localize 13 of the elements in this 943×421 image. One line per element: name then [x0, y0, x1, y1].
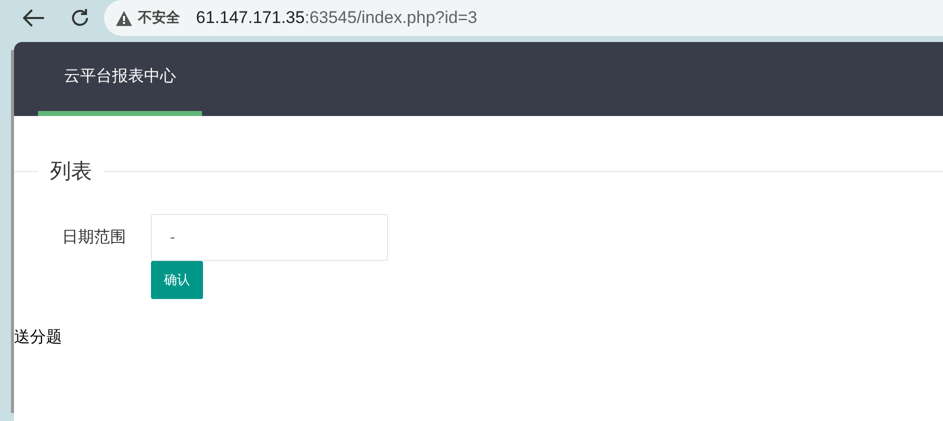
date-range-field[interactable]: - [151, 214, 388, 261]
nav-tab[interactable]: 云平台报表中心 [38, 42, 202, 116]
url-path: :63545/index.php?id=3 [304, 8, 478, 28]
field-label: 日期范围 [62, 228, 127, 248]
security-label: 不安全 [138, 9, 180, 27]
address-bar[interactable]: 不安全 61.147.171.35:63545/index.php?id=3 [104, 0, 943, 36]
reload-icon[interactable] [70, 8, 90, 28]
confirm-button[interactable]: 确认 [151, 261, 203, 299]
body-text: 送分题 [14, 328, 63, 348]
back-icon[interactable] [23, 9, 45, 27]
url-host: 61.147.171.35 [196, 8, 305, 28]
warning-icon [116, 10, 132, 26]
section-legend: 列表 [38, 157, 104, 185]
